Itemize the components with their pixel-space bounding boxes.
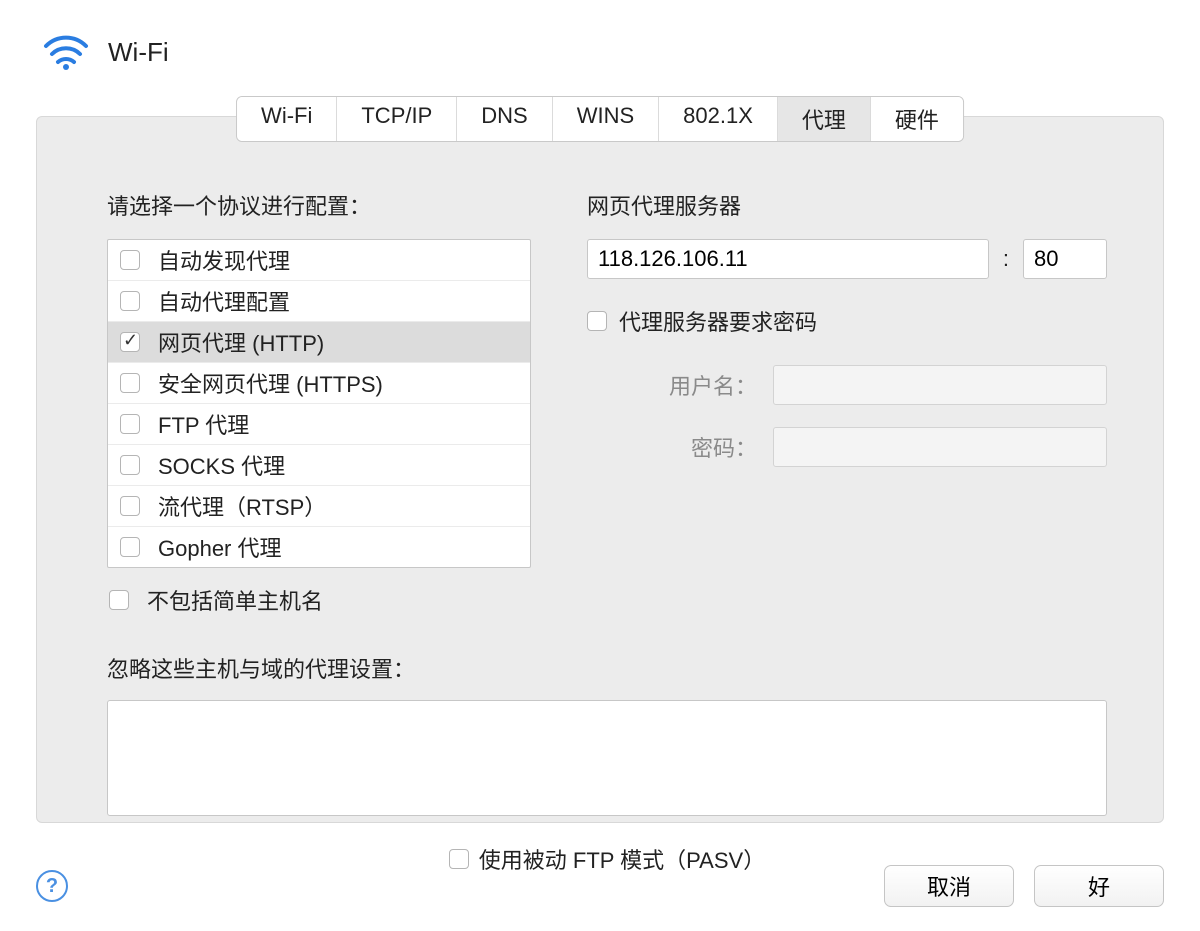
protocol-row-socks[interactable]: SOCKS 代理 bbox=[108, 445, 530, 486]
protocol-row-auto-discovery[interactable]: 自动发现代理 bbox=[108, 240, 530, 281]
cancel-button[interactable]: 取消 bbox=[884, 865, 1014, 907]
protocol-row-ftp[interactable]: FTP 代理 bbox=[108, 404, 530, 445]
password-label: 密码： bbox=[587, 431, 757, 463]
require-password-label: 代理服务器要求密码 bbox=[619, 305, 817, 337]
host-port-separator: : bbox=[1003, 246, 1009, 272]
exclude-simple-hostnames-checkbox[interactable] bbox=[109, 590, 129, 610]
protocol-label: SOCKS 代理 bbox=[158, 449, 285, 481]
tab-bar: Wi-Fi TCP/IP DNS WINS 802.1X 代理 硬件 bbox=[236, 96, 964, 142]
protocol-row-auto-config[interactable]: 自动代理配置 bbox=[108, 281, 530, 322]
username-input[interactable] bbox=[773, 365, 1107, 405]
protocol-row-https[interactable]: 安全网页代理 (HTTPS) bbox=[108, 363, 530, 404]
tab-hardware[interactable]: 硬件 bbox=[871, 97, 963, 141]
protocol-label: 流代理（RTSP） bbox=[158, 490, 326, 522]
protocol-label: 自动代理配置 bbox=[158, 285, 290, 317]
tab-tcpip[interactable]: TCP/IP bbox=[337, 97, 457, 141]
protocol-label: 自动发现代理 bbox=[158, 244, 290, 276]
settings-panel: 请选择一个协议进行配置： 自动发现代理 自动代理配置 网页代理 (HTTP) bbox=[36, 116, 1164, 823]
protocol-checkbox[interactable] bbox=[120, 496, 140, 516]
protocol-checkbox[interactable] bbox=[120, 455, 140, 475]
exclude-simple-hostnames-label: 不包括简单主机名 bbox=[147, 584, 323, 616]
protocol-row-http[interactable]: 网页代理 (HTTP) bbox=[108, 322, 530, 363]
header: Wi-Fi bbox=[0, 0, 1200, 74]
page-title: Wi-Fi bbox=[108, 37, 169, 68]
help-button[interactable]: ? bbox=[36, 870, 68, 902]
username-label: 用户名： bbox=[587, 369, 757, 401]
protocol-label: Gopher 代理 bbox=[158, 531, 282, 563]
protocol-row-gopher[interactable]: Gopher 代理 bbox=[108, 527, 530, 567]
proxy-server-label: 网页代理服务器 bbox=[587, 189, 1107, 221]
tab-8021x[interactable]: 802.1X bbox=[659, 97, 778, 141]
protocol-select-label: 请选择一个协议进行配置： bbox=[107, 189, 531, 221]
footer: ? 取消 好 bbox=[0, 865, 1200, 907]
protocol-checkbox[interactable] bbox=[120, 250, 140, 270]
protocol-list[interactable]: 自动发现代理 自动代理配置 网页代理 (HTTP) 安全网页代理 (HTTPS) bbox=[107, 239, 531, 568]
protocol-checkbox[interactable] bbox=[120, 414, 140, 434]
protocol-label: 安全网页代理 (HTTPS) bbox=[158, 367, 383, 399]
tab-dns[interactable]: DNS bbox=[457, 97, 552, 141]
protocol-label: 网页代理 (HTTP) bbox=[158, 326, 324, 358]
require-password-checkbox[interactable] bbox=[587, 311, 607, 331]
protocol-checkbox[interactable] bbox=[120, 537, 140, 557]
protocol-checkbox[interactable] bbox=[120, 373, 140, 393]
bypass-label: 忽略这些主机与域的代理设置： bbox=[107, 652, 1107, 684]
protocol-row-rtsp[interactable]: 流代理（RTSP） bbox=[108, 486, 530, 527]
tab-wins[interactable]: WINS bbox=[553, 97, 659, 141]
bypass-hosts-textarea[interactable] bbox=[107, 700, 1107, 816]
protocol-checkbox[interactable] bbox=[120, 332, 140, 352]
protocol-checkbox[interactable] bbox=[120, 291, 140, 311]
proxy-port-input[interactable] bbox=[1023, 239, 1107, 279]
tab-proxy[interactable]: 代理 bbox=[778, 97, 871, 141]
ok-button[interactable]: 好 bbox=[1034, 865, 1164, 907]
proxy-host-input[interactable] bbox=[587, 239, 989, 279]
wifi-icon bbox=[38, 30, 94, 74]
protocol-label: FTP 代理 bbox=[158, 408, 249, 440]
tab-wifi[interactable]: Wi-Fi bbox=[237, 97, 337, 141]
password-input[interactable] bbox=[773, 427, 1107, 467]
